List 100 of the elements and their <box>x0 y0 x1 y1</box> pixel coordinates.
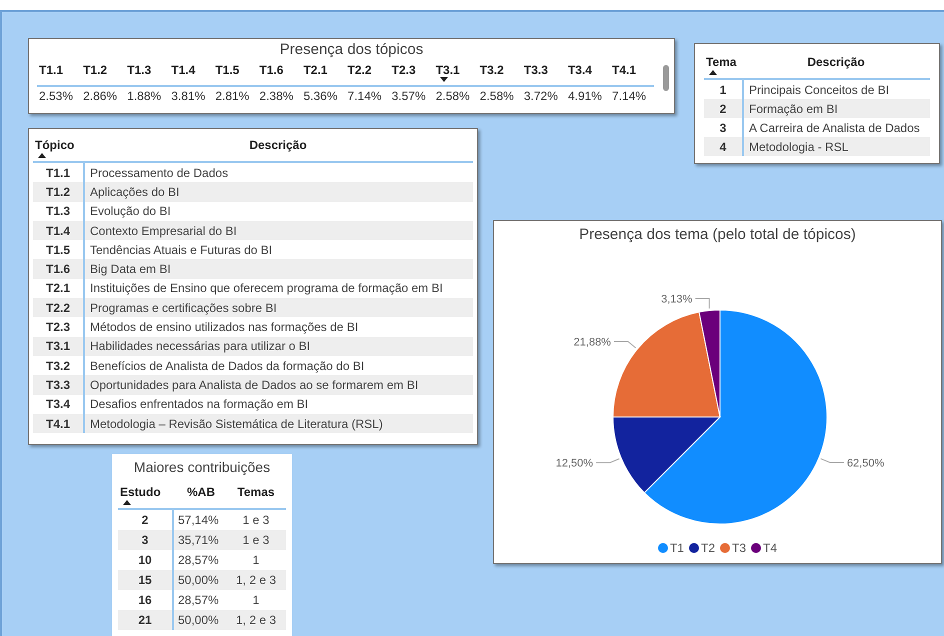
legend-label: T1 <box>670 541 684 555</box>
table-cell-text: 4 <box>720 138 726 156</box>
table-cell-text: 1, 2 e 3 <box>236 572 276 589</box>
table-cell-text: Desafios enfrentados na formação em BI <box>90 396 308 414</box>
table-cell-text: Métodos de ensino utilizados nas formações de BI <box>90 319 358 336</box>
column-header: T4.1 <box>612 62 636 79</box>
table-cell-text: T1.3 <box>46 203 70 220</box>
sort-descending-icon[interactable] <box>440 77 448 82</box>
table-cell-text: 3.81% <box>170 88 206 105</box>
table-cell-text: T3.4 <box>46 396 70 414</box>
table-cell-text: T2.2 <box>46 300 70 317</box>
column-header: %AB <box>186 484 215 500</box>
table-cell-text: T1.6 <box>46 261 70 278</box>
column-header: T3.3 <box>524 62 548 79</box>
table-cell-text: 1, 2 e 3 <box>236 612 276 629</box>
table-cell-text: Metodologia - RSL <box>749 138 848 156</box>
table-cell-text: 28,57% <box>178 592 219 609</box>
table-cell-text: T1.4 <box>46 222 70 240</box>
table-cell-text: 35,71% <box>178 532 219 549</box>
data-label: 12,50% <box>556 458 594 470</box>
table-cell-text: 7.14% <box>346 88 382 105</box>
table-cell-text: 16 <box>138 592 152 609</box>
column-header: T2.1 <box>303 62 328 79</box>
table-cell-text: 1 e 3 <box>242 512 270 529</box>
data-label: 3,13% <box>661 294 692 306</box>
table-cell-text: 15 <box>138 572 152 589</box>
table-cell-text: 1 <box>252 592 260 609</box>
column-header: T1.6 <box>259 62 284 79</box>
column-header: T3.4 <box>568 62 592 79</box>
column-header: T2.2 <box>348 62 372 79</box>
leader-line <box>613 341 636 348</box>
table-cell-text: 5.36% <box>302 88 338 105</box>
table-cell-text: T2.3 <box>46 319 70 336</box>
table-cell-text: 2.58% <box>478 88 514 105</box>
column-header: T1.5 <box>215 62 240 79</box>
visual-title: Maiores contribuições <box>134 459 270 475</box>
table-cell-text: Contexto Empresarial do BI <box>90 222 237 240</box>
table-cell-text: Oportunidades para Analista de Dados ao se formarem em BI <box>90 376 418 394</box>
chart-title: Presença dos tema (pelo total de tópicos) <box>579 226 856 243</box>
legend-label: T4 <box>763 541 778 555</box>
table-cell-text: 4.91% <box>566 88 602 105</box>
leader-line <box>596 458 620 464</box>
column-header: Descrição <box>807 54 865 70</box>
table-cell-text: T3.3 <box>46 376 70 394</box>
table-cell-text: 1 <box>720 82 726 98</box>
table-cell-text: Aplicações do BI <box>90 184 180 201</box>
table-cell-text: A Carreira de Analista de Dados <box>749 120 920 136</box>
column-header: T1.4 <box>171 62 196 79</box>
table-cell-text: 1 e 3 <box>242 532 270 549</box>
table-cell-text: 57,14% <box>178 512 219 529</box>
sort-ascending-icon[interactable] <box>709 70 717 75</box>
legend-label: T2 <box>700 541 715 555</box>
leader-line <box>820 458 844 464</box>
legend-label: T3 <box>732 541 746 555</box>
column-header: T1.1 <box>39 62 64 79</box>
table-cell-text: T4.1 <box>46 416 70 432</box>
table-cell-text: Metodologia – Revisão Sistemática de Literatura (RSL) <box>90 416 383 432</box>
column-header: Tópico <box>35 137 74 153</box>
table-cell-text: Processamento de Dados <box>90 164 228 182</box>
table-cell-text: 7.14% <box>611 88 646 105</box>
leader-line <box>694 298 710 310</box>
table-cell-text: 3 <box>720 120 726 136</box>
visual-title: Presença dos tópicos <box>280 41 424 58</box>
table-cell-text: 50,00% <box>178 572 219 589</box>
table-cell-text: Principais Conceitos de BI <box>749 82 890 98</box>
table-cell-text: 2.86% <box>82 88 118 105</box>
sort-ascending-icon[interactable] <box>38 153 46 158</box>
column-header: T1.2 <box>83 62 108 79</box>
column-header: T3.2 <box>480 62 504 79</box>
column-header: T2.3 <box>392 62 416 79</box>
table-cell-text: T2.1 <box>46 280 70 298</box>
table-cell-text: Evolução do BI <box>90 203 171 220</box>
column-header: Estudo <box>120 484 161 500</box>
table-cell-text: 1.88% <box>126 88 162 105</box>
table-cell-text: Big Data em BI <box>90 261 171 278</box>
table-cell-text: 28,57% <box>178 552 219 569</box>
column-header: Tema <box>706 54 736 70</box>
data-label: 21,88% <box>574 336 611 349</box>
table-cell-text: 2 <box>720 100 726 118</box>
table-cell-text: 3.57% <box>390 88 426 105</box>
table-cell-text: 1 <box>252 552 260 569</box>
sort-ascending-icon[interactable] <box>123 500 131 505</box>
scrollbar[interactable] <box>663 65 669 91</box>
table-cell-text: T1.1 <box>46 164 70 182</box>
table-cell-text: 2.38% <box>258 88 294 105</box>
table-cell-text: 2.53% <box>38 88 74 105</box>
table-cell-text: 3 <box>142 532 148 549</box>
table-cell-text: Tendências Atuais e Futuras do BI <box>90 242 272 259</box>
table-cell-text: 2 <box>142 512 148 529</box>
table-cell-text: Instituições de Ensino que oferecem programa de formação em BI <box>90 280 443 298</box>
table-cell-text: 10 <box>138 552 152 569</box>
table-cell-text: Benefícios de Analista de Dados da formação do BI <box>90 358 364 375</box>
table-cell-text: 50,00% <box>178 612 219 629</box>
table-cell-text: T1.5 <box>46 242 70 259</box>
column-header: T1.3 <box>127 62 152 79</box>
table-cell-text: 2.81% <box>214 88 250 105</box>
table-cell-text: 2.58% <box>434 88 470 105</box>
table-cell-text: T1.2 <box>46 184 70 201</box>
column-header: Temas <box>237 484 275 500</box>
table-cell-text: 3.72% <box>522 88 558 105</box>
